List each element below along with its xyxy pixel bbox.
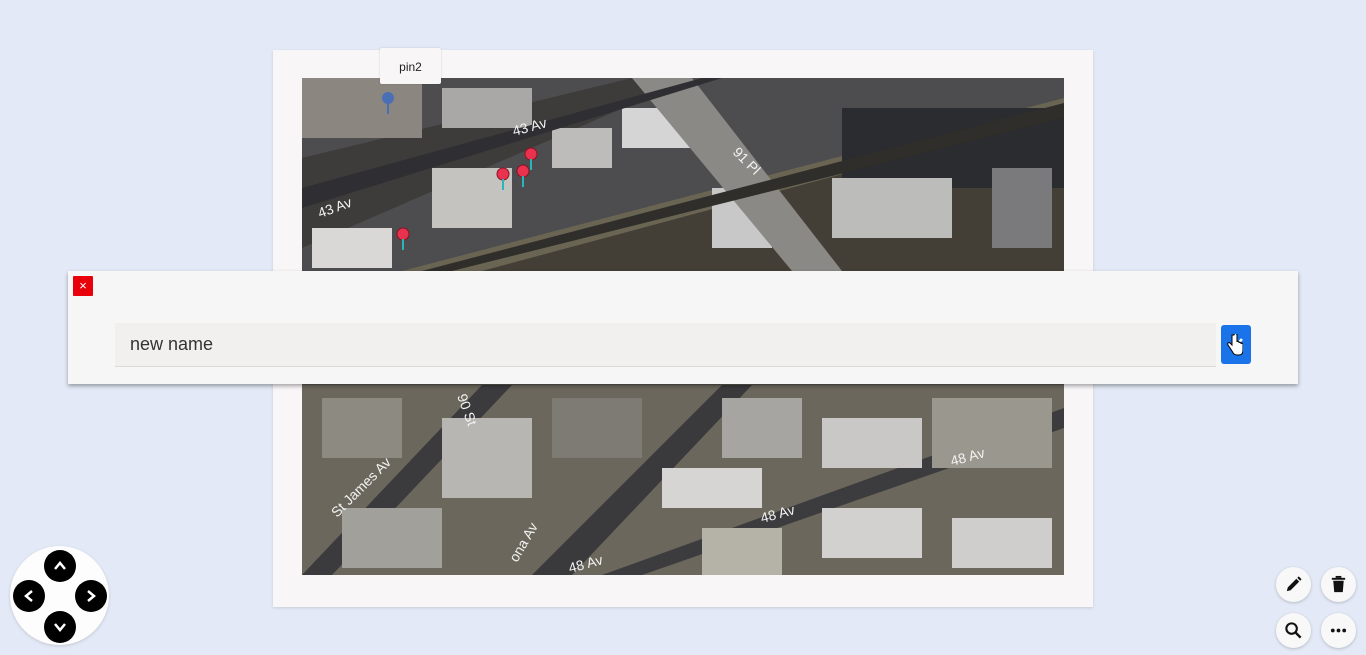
pin-marker-red[interactable] bbox=[396, 227, 410, 251]
pin-marker-red[interactable] bbox=[496, 167, 510, 191]
close-button[interactable]: × bbox=[73, 276, 93, 296]
name-input[interactable] bbox=[115, 323, 1216, 367]
pin-marker-red[interactable] bbox=[524, 147, 538, 171]
close-icon: × bbox=[79, 278, 87, 293]
chevron-up-icon bbox=[54, 561, 66, 570]
navigation-pad bbox=[10, 546, 109, 645]
more-button[interactable] bbox=[1321, 613, 1356, 648]
delete-button[interactable] bbox=[1321, 567, 1356, 602]
more-horizontal-icon bbox=[1330, 628, 1347, 633]
hand-cursor-icon bbox=[1227, 334, 1243, 356]
pan-up-button[interactable] bbox=[44, 550, 76, 582]
chevron-down-icon bbox=[54, 623, 66, 632]
chevron-right-icon bbox=[87, 590, 96, 602]
search-icon bbox=[1285, 622, 1302, 639]
edit-button[interactable] bbox=[1276, 567, 1311, 602]
pencil-icon bbox=[1286, 576, 1302, 592]
pan-down-button[interactable] bbox=[44, 611, 76, 643]
search-button[interactable] bbox=[1276, 613, 1311, 648]
chevron-left-icon bbox=[24, 590, 33, 602]
trash-icon bbox=[1331, 575, 1346, 593]
pin-marker-blue[interactable] bbox=[381, 91, 395, 115]
pin-tooltip: pin2 bbox=[380, 48, 441, 84]
pan-right-button[interactable] bbox=[75, 580, 107, 612]
rename-dialog: × bbox=[68, 271, 1298, 384]
pan-left-button[interactable] bbox=[13, 580, 45, 612]
